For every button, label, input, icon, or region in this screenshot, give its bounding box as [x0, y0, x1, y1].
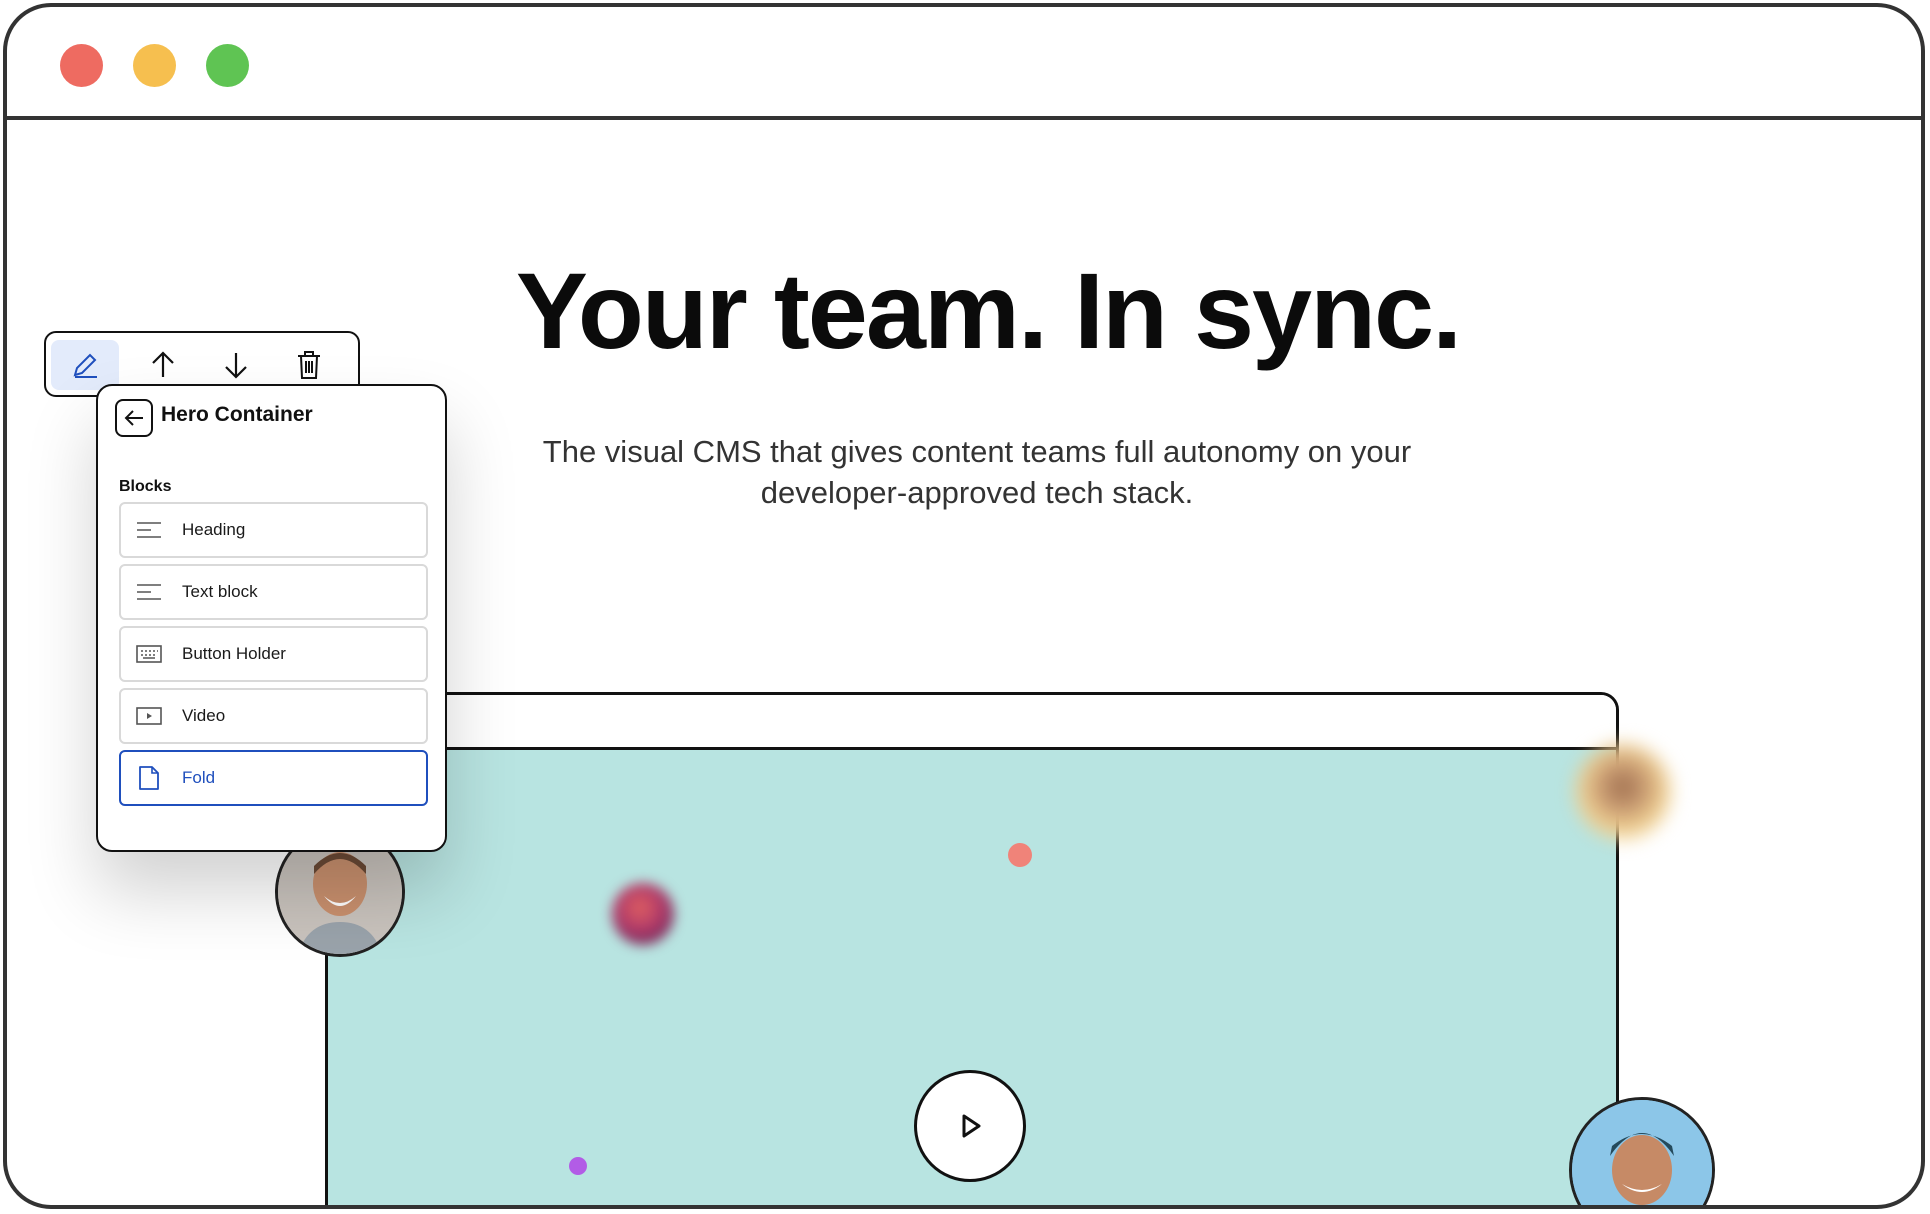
blocks-panel: Hero Container Blocks Heading Text block…	[96, 384, 447, 852]
block-item-label: Fold	[182, 768, 216, 787]
block-item-video[interactable]: Video	[119, 688, 428, 744]
play-button[interactable]	[914, 1070, 1026, 1182]
lines-icon	[136, 517, 162, 543]
collaborator-cursor-purple	[569, 1157, 587, 1175]
lines-icon	[136, 579, 162, 605]
close-window-button[interactable]	[60, 44, 103, 87]
collaborator-cursor-coral	[1008, 843, 1032, 867]
pencil-icon	[73, 353, 97, 378]
block-item-heading[interactable]: Heading	[119, 502, 428, 558]
move-up-button[interactable]	[129, 340, 197, 390]
video-icon	[136, 703, 162, 729]
browser-window: Your team. In sync. The visual CMS that …	[3, 3, 1925, 1209]
block-item-label: Button Holder	[182, 644, 286, 663]
window-titlebar	[7, 7, 1921, 120]
back-button[interactable]	[115, 399, 153, 437]
arrow-up-icon	[152, 351, 174, 377]
hero-subtitle: The visual CMS that gives content teams …	[542, 434, 1412, 510]
keyboard-icon	[136, 641, 162, 667]
collaborator-avatar-blurred	[612, 883, 674, 945]
delete-block-button[interactable]	[275, 340, 343, 390]
block-item-label: Video	[182, 706, 226, 725]
move-down-button[interactable]	[202, 340, 270, 390]
document-icon	[136, 765, 162, 791]
trash-icon	[298, 351, 320, 379]
block-item-fold[interactable]: Fold	[119, 750, 428, 806]
arrow-down-icon	[225, 353, 247, 379]
block-item-text-block[interactable]: Text block	[119, 564, 428, 620]
arrow-left-icon	[124, 410, 143, 426]
maximize-window-button[interactable]	[206, 44, 249, 87]
blocks-section-label: Blocks	[119, 478, 172, 495]
device-frame	[325, 692, 1619, 1205]
collaborator-avatar-blurred-right	[1575, 744, 1671, 840]
face-illustration-icon	[1572, 1100, 1712, 1205]
video-screen	[328, 750, 1616, 1205]
edit-tool-button[interactable]	[51, 340, 119, 390]
block-item-button-holder[interactable]: Button Holder	[119, 626, 428, 682]
play-icon	[962, 1114, 981, 1138]
panel-title: Hero Container	[161, 403, 313, 426]
block-item-label: Heading	[182, 520, 246, 539]
block-item-label: Text block	[182, 582, 258, 601]
minimize-window-button[interactable]	[133, 44, 176, 87]
device-top-bar	[328, 695, 1616, 750]
